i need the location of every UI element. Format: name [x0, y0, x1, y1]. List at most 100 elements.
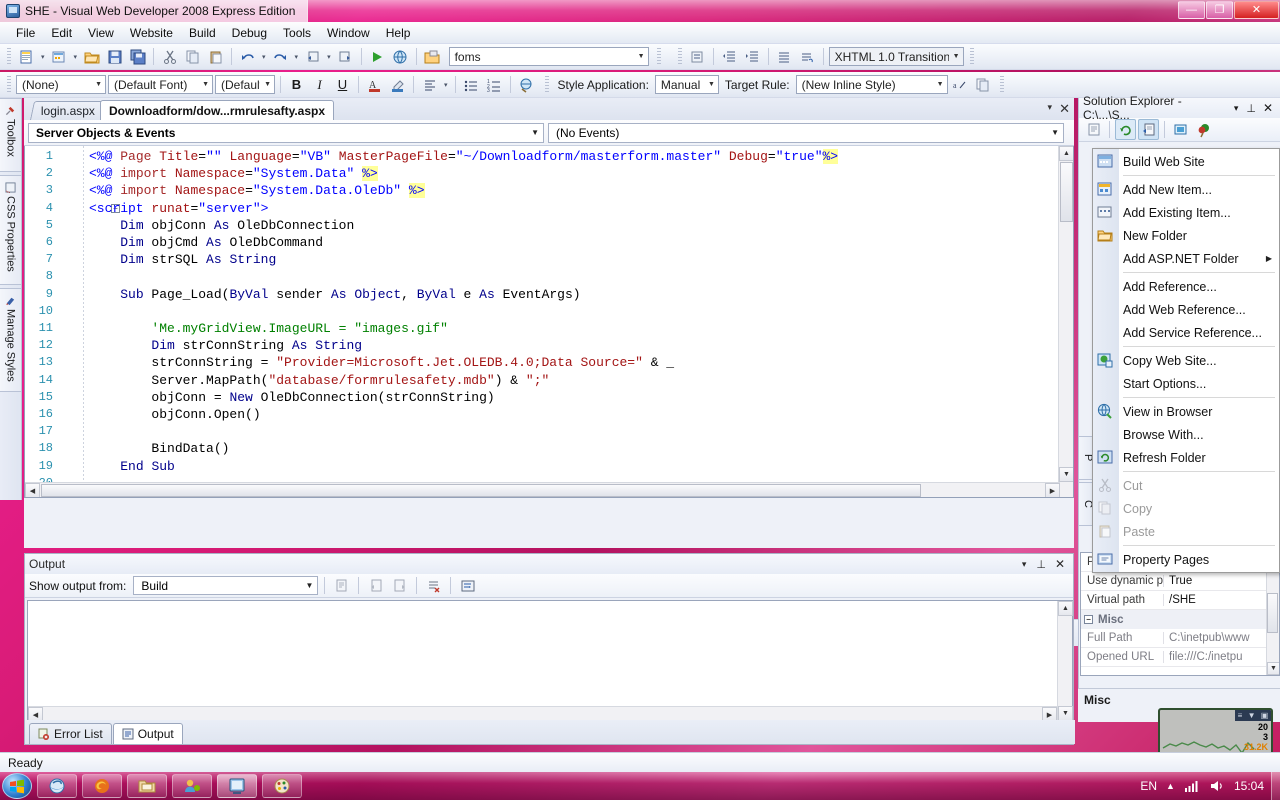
font-size-combo[interactable]: (Default) ▼: [215, 75, 275, 94]
output-panel-close-icon[interactable]: ✕: [1051, 557, 1069, 571]
code-line[interactable]: objConn.Open(): [89, 407, 260, 423]
sidebar-item-toolbox[interactable]: Toolbox: [0, 98, 22, 172]
code-line[interactable]: 'Me.myGridView.ImageURL = "images.gif": [89, 321, 447, 337]
copy-icon[interactable]: [182, 46, 203, 67]
context-menu-item-start-options[interactable]: Start Options...: [1093, 372, 1279, 395]
new-website-dropdown[interactable]: ▾: [39, 53, 47, 61]
sidebar-item-manage-styles[interactable]: Manage Styles: [0, 288, 22, 392]
scroll-left-icon[interactable]: ◀: [25, 483, 40, 497]
output-vertical-scrollbar[interactable]: ▲ ▼: [1057, 601, 1073, 721]
context-menu-item-add-existing-item[interactable]: Add Existing Item...: [1093, 201, 1279, 224]
code-line[interactable]: <%@ import Namespace="System.Data.OleDb"…: [89, 183, 425, 199]
scroll-down-icon[interactable]: ▼: [1058, 706, 1073, 721]
document-tab-downloadform[interactable]: Downloadform/dow...rmrulesafty.aspx: [100, 100, 335, 120]
close-button[interactable]: ✕: [1234, 1, 1279, 19]
code-line[interactable]: <%@ import Namespace="System.Data" %>: [89, 166, 378, 182]
code-line[interactable]: End Sub: [89, 459, 175, 475]
code-line[interactable]: Server.MapPath("database/formrulesafety.…: [89, 373, 549, 389]
paste-icon[interactable]: [205, 46, 226, 67]
project-combo[interactable]: foms ▼: [448, 47, 649, 66]
menu-edit[interactable]: Edit: [43, 23, 80, 43]
sidebar-item-css-properties[interactable]: A CSS Properties: [0, 175, 22, 285]
view-designer-icon[interactable]: [1170, 119, 1191, 140]
scroll-right-icon[interactable]: ▶: [1045, 483, 1060, 497]
code-horizontal-scrollbar[interactable]: ◀ ▶: [25, 482, 1060, 497]
new-style-icon[interactable]: [973, 74, 994, 95]
speaker-icon[interactable]: [1209, 779, 1225, 793]
maximize-button[interactable]: ❐: [1206, 1, 1233, 19]
minimize-button[interactable]: —: [1178, 1, 1205, 19]
italic-button[interactable]: I: [309, 77, 330, 93]
underline-button[interactable]: U: [332, 77, 353, 92]
font-name-combo[interactable]: (Default Font) ▼: [108, 75, 213, 94]
context-menu-item-add-asp-net-folder[interactable]: Add ASP.NET Folder ▶: [1093, 247, 1279, 270]
taskbar-visual-web-developer-icon[interactable]: [217, 774, 257, 798]
save-icon[interactable]: [104, 46, 125, 67]
code-line[interactable]: Dim objCmd As OleDbCommand: [89, 235, 323, 251]
taskbar-windows-explorer-icon[interactable]: [127, 774, 167, 798]
bold-button[interactable]: B: [286, 77, 307, 92]
toggle-word-wrap-icon[interactable]: [457, 575, 478, 596]
attach-style-sheet-icon[interactable]: a: [950, 74, 971, 95]
property-row[interactable]: Opened URL file:///C:/inetpu: [1081, 648, 1279, 667]
clear-all-icon[interactable]: [423, 575, 444, 596]
code-line[interactable]: <script runat="server">: [89, 201, 268, 217]
taskbar-firefox-icon[interactable]: [82, 774, 122, 798]
view-in-browser-icon[interactable]: [390, 46, 411, 67]
target-rule-combo[interactable]: (New Inline Style) ▼: [795, 75, 948, 94]
menu-website[interactable]: Website: [122, 23, 181, 43]
menu-build[interactable]: Build: [181, 23, 224, 43]
navigate-backward-icon[interactable]: [302, 46, 323, 67]
justify-icon[interactable]: [774, 46, 795, 67]
property-row[interactable]: Use dynamic p True: [1081, 572, 1279, 591]
code-line[interactable]: Dim strSQL As String: [89, 252, 276, 268]
go-to-next-icon[interactable]: [389, 575, 410, 596]
new-website-icon[interactable]: [16, 46, 37, 67]
style-application-combo[interactable]: Manual ▼: [654, 75, 719, 94]
scroll-thumb-h[interactable]: [41, 484, 921, 497]
code-editor[interactable]: 123456789101112131415161718192021 <%@ Pa…: [24, 146, 1074, 498]
scroll-thumb[interactable]: [1267, 593, 1278, 633]
output-text-area[interactable]: ▲ ▼ ◀ ▶: [27, 600, 1073, 722]
bullet-list-icon[interactable]: [461, 74, 482, 95]
foreground-color-icon[interactable]: A: [364, 74, 385, 95]
taskbar-messenger-icon[interactable]: [172, 774, 212, 798]
doctype-combo[interactable]: XHTML 1.0 Transitional ▼: [828, 47, 964, 66]
redo-icon[interactable]: [270, 46, 291, 67]
go-to-previous-icon[interactable]: [365, 575, 386, 596]
show-desktop-button[interactable]: [1271, 772, 1280, 800]
navigate-backward-dropdown[interactable]: ▾: [325, 53, 333, 61]
menu-file[interactable]: File: [8, 23, 43, 43]
asp-configuration-icon[interactable]: [1193, 119, 1214, 140]
nest-related-files-icon[interactable]: [1138, 119, 1159, 140]
property-row[interactable]: Full Path C:\inetpub\www: [1081, 629, 1279, 648]
menu-debug[interactable]: Debug: [224, 23, 275, 43]
toolbar-grip[interactable]: [7, 47, 11, 66]
tray-clock[interactable]: 15:04: [1234, 779, 1264, 793]
toolbar-grip[interactable]: [677, 47, 682, 66]
property-category-misc[interactable]: − Misc: [1081, 610, 1279, 629]
decrease-indent-icon[interactable]: [719, 46, 740, 67]
show-output-from-combo[interactable]: Build ▼: [133, 576, 319, 595]
refresh-icon[interactable]: [1115, 119, 1136, 140]
context-menu-item-add-web-reference[interactable]: Add Web Reference...: [1093, 298, 1279, 321]
properties-icon[interactable]: [1083, 119, 1104, 140]
property-row[interactable]: Virtual path/SHE: [1081, 591, 1279, 610]
context-menu-item-property-pages[interactable]: Property Pages: [1093, 548, 1279, 571]
align-left-icon[interactable]: [419, 74, 440, 95]
code-vertical-scrollbar[interactable]: ▲ ▼: [1058, 146, 1073, 497]
increase-indent-icon[interactable]: [742, 46, 763, 67]
scroll-up-icon[interactable]: ▲: [1058, 601, 1073, 616]
cut-icon[interactable]: [159, 46, 180, 67]
code-line[interactable]: Dim objConn As OleDbConnection: [89, 218, 354, 234]
events-combo[interactable]: (No Events) ▼: [548, 122, 1064, 143]
start-debugging-icon[interactable]: [367, 46, 388, 67]
context-menu-item-browse-with[interactable]: Browse With...: [1093, 423, 1279, 446]
find-message-icon[interactable]: [331, 575, 352, 596]
undo-icon[interactable]: [237, 46, 258, 67]
output-panel-autohide-icon[interactable]: ⊥: [1031, 558, 1051, 571]
context-menu-item-build-web-site[interactable]: Build Web Site: [1093, 150, 1279, 173]
context-menu-item-add-service-reference[interactable]: Add Service Reference...: [1093, 321, 1279, 344]
signal-icon[interactable]: [1184, 779, 1200, 793]
context-menu-item-add-new-item[interactable]: Add New Item...: [1093, 178, 1279, 201]
